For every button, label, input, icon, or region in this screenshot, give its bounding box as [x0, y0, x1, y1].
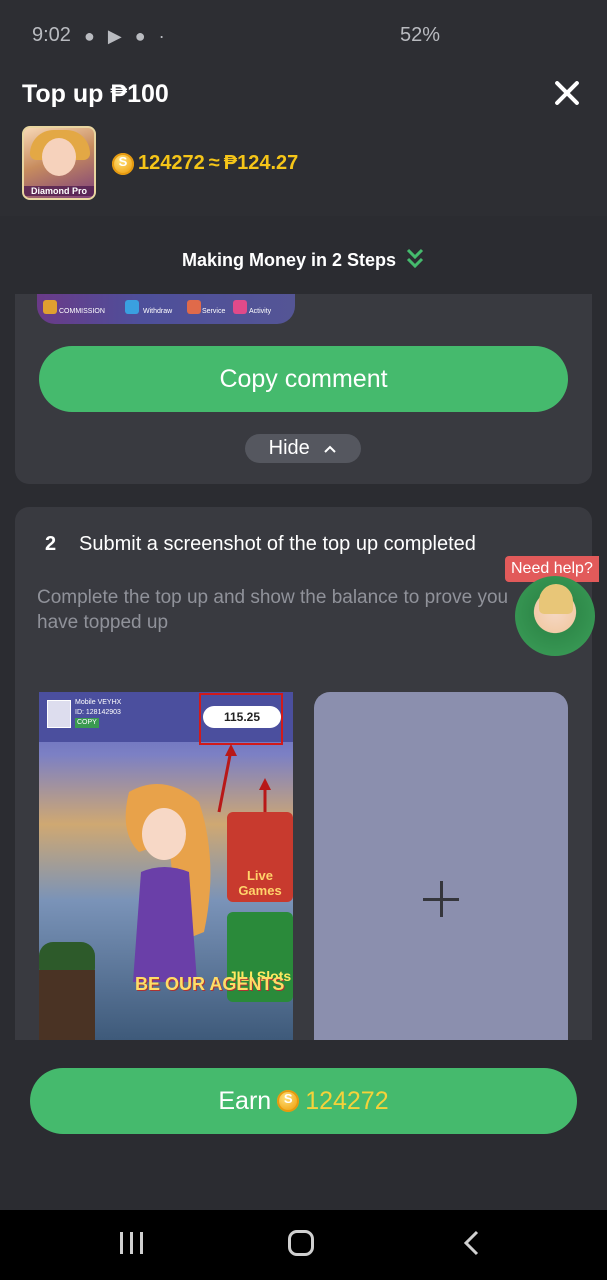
app-icon: Diamond Pro — [22, 126, 96, 200]
top-up-header: Top up ₱100 Diamond Pro 124272 ≈ ₱124.27 — [0, 72, 607, 216]
example-boat — [39, 970, 95, 1040]
steps-heading: Making Money in 2 Steps — [0, 216, 607, 294]
hide-button[interactable]: Hide — [245, 434, 361, 463]
copy-comment-button[interactable]: Copy comment — [39, 346, 568, 412]
example-agents-text: BE OUR AGENTS — [135, 974, 285, 994]
step-number: 2 — [45, 533, 57, 555]
coin-amount: 124272 — [138, 152, 205, 174]
strip-label-service: Service — [202, 308, 226, 315]
strip-label-activity: Activity — [249, 308, 272, 315]
example-character-image — [125, 784, 211, 982]
coin-icon — [277, 1090, 300, 1112]
hide-button-label: Hide — [268, 437, 310, 459]
home-icon[interactable] — [288, 1230, 314, 1256]
strip-label-withdraw: Withdraw — [143, 308, 173, 315]
coin-icon — [112, 152, 134, 175]
example-screenshot[interactable]: Mobile VEYHX ID: 128142903 COPY 115.25 L… — [39, 692, 293, 1040]
coin-reward-info: 124272 ≈ ₱124.27 — [112, 152, 298, 175]
example-live-games: Live Games — [227, 812, 293, 902]
status-bar: 9:02 ● ▶ ● · 52% — [0, 0, 607, 72]
recent-apps-icon[interactable] — [118, 1230, 146, 1256]
earn-label: Earn — [218, 1086, 272, 1115]
step1-card: COMMISSION Withdraw Service Activity Cop… — [15, 294, 592, 484]
back-icon[interactable] — [462, 1230, 482, 1256]
step1-preview-strip: COMMISSION Withdraw Service Activity — [37, 294, 295, 324]
steps-heading-text: Making Money in 2 Steps — [181, 250, 397, 270]
need-help-button[interactable]: Need help? — [505, 556, 607, 656]
footer: Earn 124272 — [0, 1040, 607, 1210]
earn-amount: 124272 — [305, 1086, 389, 1115]
upload-screenshot-button[interactable] — [314, 692, 568, 1040]
app-icon-label: Diamond Pro — [24, 186, 94, 196]
approx-sign: ≈ — [208, 152, 220, 174]
peso-value: ₱124.27 — [223, 152, 299, 174]
step-title: Submit a screenshot of the top up comple… — [79, 533, 476, 555]
strip-label-commission: COMMISSION — [59, 308, 105, 315]
system-nav-bar — [0, 1210, 607, 1280]
close-icon[interactable] — [552, 78, 582, 108]
earn-button[interactable]: Earn 124272 — [30, 1068, 577, 1134]
support-agent-avatar — [515, 576, 595, 656]
battery-level: 52% — [400, 24, 441, 46]
double-chevron-down-icon — [406, 249, 424, 269]
step-description: Complete the top up and show the balance… — [37, 587, 509, 633]
notification-icons: ● ▶ ● · — [84, 26, 169, 46]
page-title: Top up ₱100 — [22, 80, 169, 108]
status-time: 9:02 — [32, 24, 71, 46]
chevron-up-icon — [324, 445, 337, 453]
